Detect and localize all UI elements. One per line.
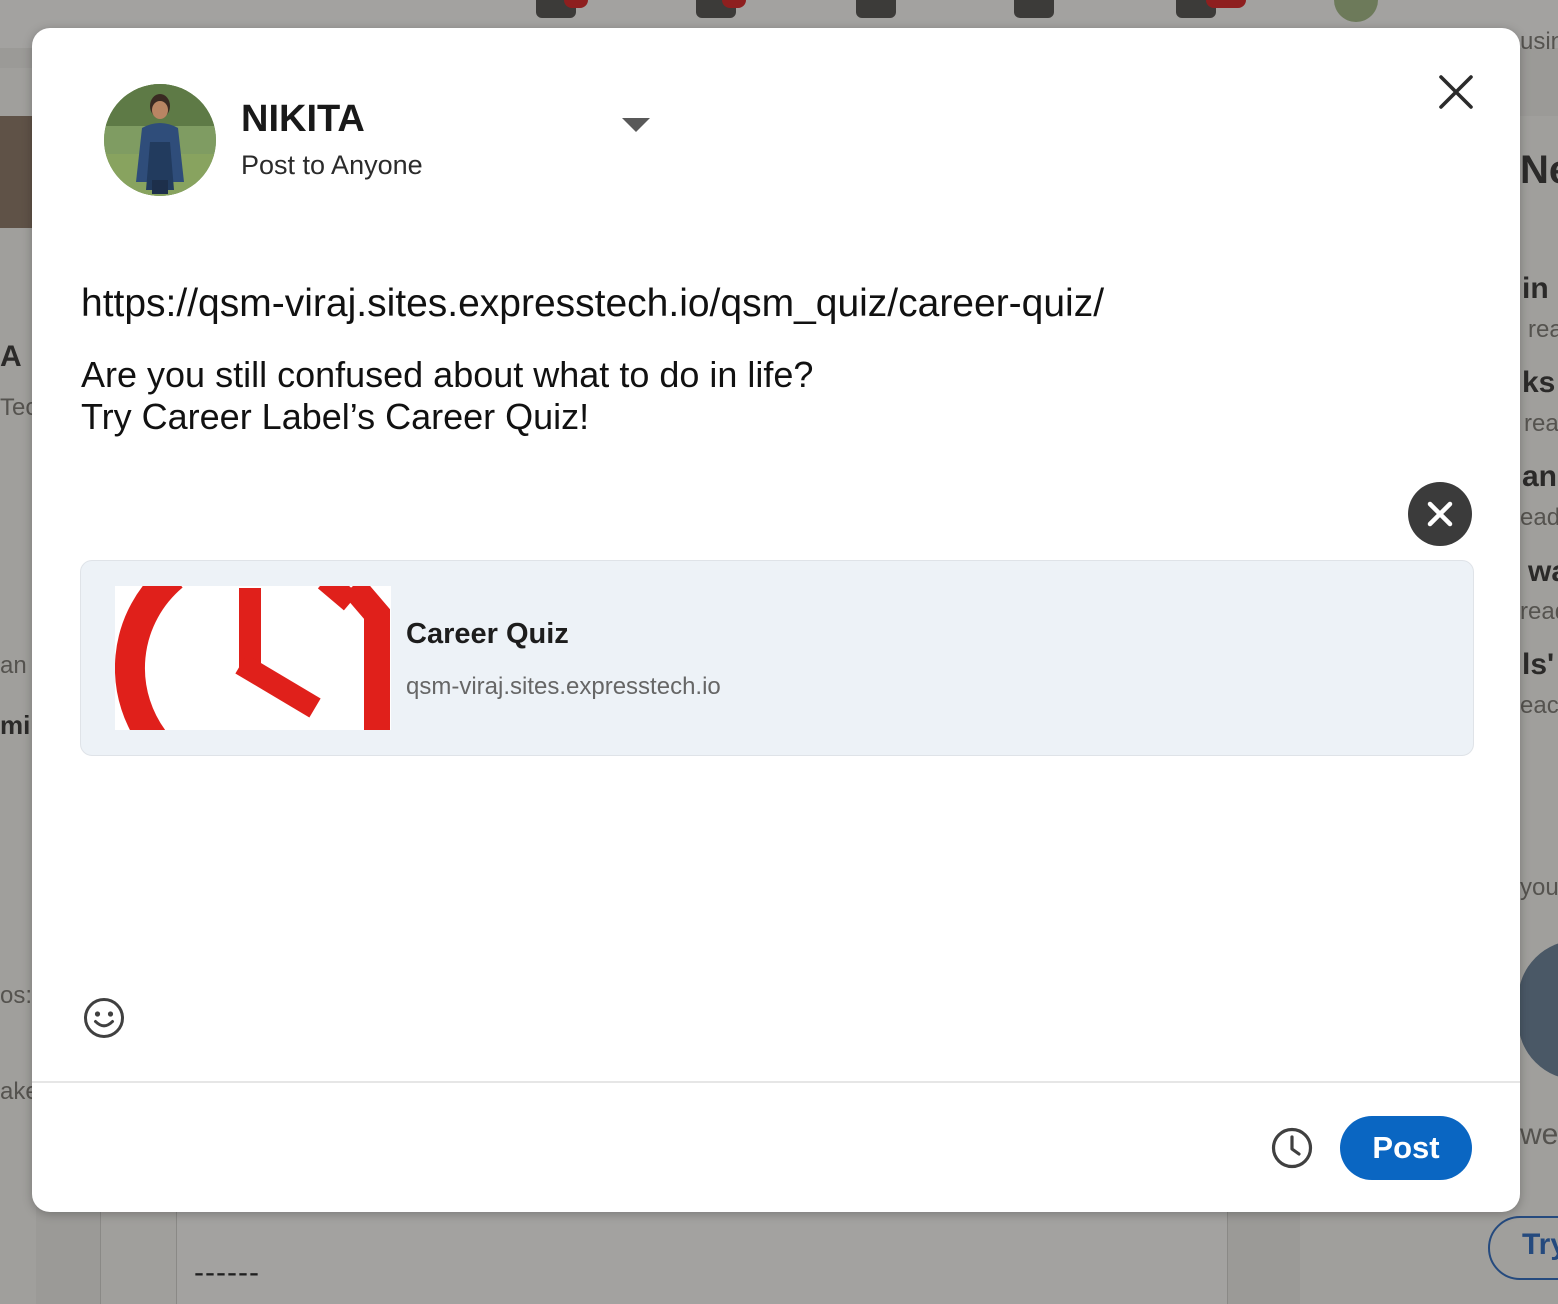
avatar[interactable] <box>104 84 216 196</box>
link-preview-domain: qsm-viraj.sites.expresstech.io <box>406 673 721 700</box>
bg-snippet: usin <box>1520 28 1558 55</box>
bg-snippet: you <box>1520 874 1558 901</box>
post-text-line[interactable]: Are you still confused about what to do … <box>81 354 813 396</box>
background-feed-card <box>176 1212 1227 1304</box>
close-icon[interactable] <box>1432 68 1480 116</box>
smiley-icon[interactable] <box>82 996 126 1040</box>
clock-icon[interactable] <box>1270 1126 1314 1170</box>
bg-snippet: read <box>1520 598 1558 625</box>
link-preview-card[interactable]: Career Quiz qsm-viraj.sites.expresstech.… <box>80 560 1474 756</box>
author-name: NIKITA <box>241 98 365 140</box>
bg-snippet: os: <box>0 982 33 1009</box>
create-post-modal: NIKITA Post to Anyone https://qsm-viraj.… <box>32 28 1520 1212</box>
background-left-column <box>0 68 36 1304</box>
notification-dot <box>1206 0 1246 8</box>
bg-snippet: ead <box>1520 504 1558 531</box>
bg-try-button: Try <box>1488 1216 1558 1280</box>
link-preview-title: Career Quiz <box>406 618 569 650</box>
post-button[interactable]: Post <box>1340 1116 1472 1180</box>
bg-snippet: ks <box>1522 366 1556 399</box>
bg-snippet: we <box>1520 1118 1558 1151</box>
bg-snippet: rea <box>1528 316 1558 343</box>
post-text-url[interactable]: https://qsm-viraj.sites.expresstech.io/q… <box>81 282 1104 326</box>
close-icon <box>1427 501 1453 527</box>
jobs-icon <box>856 0 896 18</box>
background-left-image <box>0 116 32 228</box>
post-text-line[interactable]: Try Career Label’s Career Quiz! <box>81 396 589 438</box>
messaging-icon <box>1014 0 1054 18</box>
link-preview-thumbnail <box>115 586 391 730</box>
bg-snippet: ------ <box>194 1256 260 1289</box>
bg-snippet: in s <box>1522 272 1558 305</box>
footer-divider <box>32 1081 1520 1083</box>
clock-logo-image <box>115 586 391 730</box>
bg-snippet: Ne <box>1520 148 1558 192</box>
audience-selector[interactable]: Post to Anyone <box>241 150 423 181</box>
remove-preview-button[interactable] <box>1408 482 1472 546</box>
bg-snippet: A <box>0 340 22 373</box>
bg-snippet: eac <box>1520 692 1558 719</box>
bg-snippet: ls' <box>1522 648 1555 681</box>
chevron-down-icon[interactable] <box>620 114 652 134</box>
avatar-image <box>104 84 216 196</box>
bg-snippet: rea <box>1524 410 1558 437</box>
bg-snippet: and <box>1522 460 1558 493</box>
bg-snippet: wa <box>1528 555 1558 588</box>
